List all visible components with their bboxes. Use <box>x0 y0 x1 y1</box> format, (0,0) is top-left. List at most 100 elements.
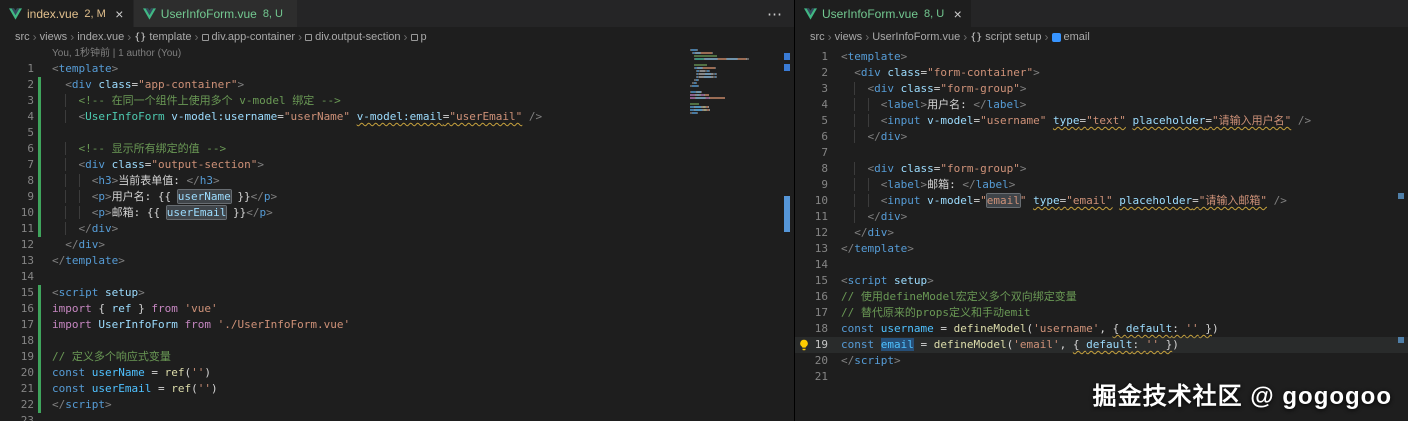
code-line-23[interactable]: 23 <box>0 413 794 421</box>
code-token: template <box>65 254 118 267</box>
lightbulb-icon[interactable] <box>795 337 812 353</box>
breadcrumb-item-email[interactable]: email <box>1052 31 1090 43</box>
gitlens-blame-annotation[interactable]: You, 1秒钟前 | 1 author (You) <box>0 47 794 61</box>
code-line-16[interactable]: 16// 使用defineModel宏定义多个双向绑定变量 <box>795 289 1408 305</box>
code-token: </ <box>962 178 975 191</box>
code-token: UserInfoForm <box>98 318 177 331</box>
tab-UserInfoForm.vue[interactable]: UserInfoForm.vue8, U <box>134 0 298 27</box>
code-token: <!-- 在同一个组件上使用多个 v-model 绑定 --> <box>79 94 341 107</box>
code-line-content <box>41 333 52 349</box>
code-line-6[interactable]: 6 <!-- 显示所有绑定的值 --> <box>0 141 794 157</box>
code-line-6[interactable]: 6 </div> <box>795 129 1408 145</box>
more-actions-button[interactable]: ⋯ <box>755 0 794 27</box>
code-area-right[interactable]: 1<template>2 <div class="form-container"… <box>795 49 1408 385</box>
code-token <box>854 178 867 191</box>
minimap[interactable] <box>690 49 780 118</box>
code-line-10[interactable]: 10 <p>邮箱: {{ userEmail }}</p> <box>0 205 794 221</box>
code-token: defineModel <box>954 322 1027 335</box>
code-line-11[interactable]: 11 </div> <box>795 209 1408 225</box>
code-line-content: </div> <box>828 225 894 241</box>
code-token: > <box>105 398 112 411</box>
breadcrumb-item-div-app-container[interactable]: div.app-container <box>202 31 296 43</box>
line-number: 13 <box>0 253 34 269</box>
code-line-2[interactable]: 2 <div class="app-container"> <box>0 77 794 93</box>
code-line-13[interactable]: 13</template> <box>0 253 794 269</box>
code-line-7[interactable]: 7 <div class="output-section"> <box>0 157 794 173</box>
code-token: 'vue' <box>185 302 218 315</box>
code-token: > <box>138 286 145 299</box>
breadcrumb-item-views[interactable]: views <box>40 31 68 43</box>
code-line-9[interactable]: 9 <label>邮箱: </label> <box>795 177 1408 193</box>
code-area-left[interactable]: 1<template>2 <div class="app-container">… <box>0 61 794 421</box>
code-line-19[interactable]: 19const email = defineModel('email', { d… <box>795 337 1408 353</box>
line-number: 17 <box>812 305 828 321</box>
code-line-5[interactable]: 5 <box>0 125 794 141</box>
code-line-4[interactable]: 4 <label>用户名: </label> <box>795 97 1408 113</box>
code-line-18[interactable]: 18 <box>0 333 794 349</box>
code-token: } <box>132 302 152 315</box>
breadcrumb-item-src[interactable]: src <box>810 31 825 43</box>
breadcrumb-item-index-vue[interactable]: index.vue <box>77 31 124 43</box>
code-token: div <box>881 210 901 223</box>
code-line-17[interactable]: 17import UserInfoForm from './UserInfoFo… <box>0 317 794 333</box>
code-token <box>887 274 894 287</box>
code-line-11[interactable]: 11 </div> <box>0 221 794 237</box>
breadcrumb-item-src[interactable]: src <box>15 31 30 43</box>
code-line-12[interactable]: 12 </div> <box>795 225 1408 241</box>
code-token: email <box>881 338 914 351</box>
code-line-14[interactable]: 14 <box>795 257 1408 273</box>
code-line-1[interactable]: 1<template> <box>795 49 1408 65</box>
tab-UserInfoForm.vue[interactable]: UserInfoForm.vue8, U× <box>795 0 972 27</box>
code-line-12[interactable]: 12 </div> <box>0 237 794 253</box>
code-line-15[interactable]: 15<script setup> <box>795 273 1408 289</box>
overview-ruler-mark <box>1398 193 1404 199</box>
close-tab-icon[interactable]: × <box>950 7 965 21</box>
glyph-margin <box>795 49 812 65</box>
breadcrumb-item-div-output-section[interactable]: div.output-section <box>305 31 400 43</box>
breadcrumb-item-template[interactable]: {}template <box>134 31 191 43</box>
breadcrumb-item-script-setup[interactable]: {}script setup <box>970 31 1041 43</box>
code-line-14[interactable]: 14 <box>0 269 794 285</box>
code-line-9[interactable]: 9 <p>用户名: {{ userName }}</p> <box>0 189 794 205</box>
glyph-margin <box>795 353 812 369</box>
code-line-8[interactable]: 8 <h3>当前表单值: </h3> <box>0 173 794 189</box>
code-line-3[interactable]: 3 <!-- 在同一个组件上使用多个 v-model 绑定 --> <box>0 93 794 109</box>
overview-ruler-left[interactable] <box>780 47 794 421</box>
code-line-17[interactable]: 17// 替代原来的props定义和手动emit <box>795 305 1408 321</box>
code-line-22[interactable]: 22</script> <box>0 397 794 413</box>
editor-right[interactable]: 1<template>2 <div class="form-container"… <box>795 47 1408 421</box>
code-line-content: <input v-model="username" type="text" pl… <box>828 113 1311 129</box>
breadcrumb-item-userinfoform-vue[interactable]: UserInfoForm.vue <box>872 31 960 43</box>
tab-index.vue[interactable]: index.vue2, M× <box>0 0 134 27</box>
breadcrumb-item-views[interactable]: views <box>835 31 863 43</box>
code-token <box>52 190 65 203</box>
close-tab-icon[interactable]: × <box>112 7 127 21</box>
code-token <box>65 158 78 171</box>
code-line-16[interactable]: 16import { ref } from 'vue' <box>0 301 794 317</box>
code-line-1[interactable]: 1<template> <box>0 61 794 77</box>
overview-ruler-right[interactable] <box>1394 47 1408 421</box>
editor-left[interactable]: You, 1秒钟前 | 1 author (You) 1<template>2 … <box>0 47 794 421</box>
glyph-margin <box>795 81 812 97</box>
code-token: UserInfoForm <box>85 110 164 123</box>
code-token <box>854 130 867 143</box>
code-line-15[interactable]: 15<script setup> <box>0 285 794 301</box>
code-line-19[interactable]: 19// 定义多个响应式变量 <box>0 349 794 365</box>
code-line-18[interactable]: 18const username = defineModel('username… <box>795 321 1408 337</box>
code-line-20[interactable]: 20const userName = ref('') <box>0 365 794 381</box>
code-token: label <box>887 98 920 111</box>
code-line-8[interactable]: 8 <div class="form-group"> <box>795 161 1408 177</box>
code-line-5[interactable]: 5 <input v-model="username" type="text" … <box>795 113 1408 129</box>
code-line-4[interactable]: 4 <UserInfoForm v-model:username="userNa… <box>0 109 794 125</box>
code-line-21[interactable]: 21const userEmail = ref('') <box>0 381 794 397</box>
breadcrumb-separator: › <box>298 30 302 44</box>
code-line-13[interactable]: 13</template> <box>795 241 1408 257</box>
code-line-7[interactable]: 7 <box>795 145 1408 161</box>
breadcrumb-item-p[interactable]: p <box>411 31 427 43</box>
code-line-20[interactable]: 20</script> <box>795 353 1408 369</box>
code-token <box>85 382 92 395</box>
code-line-3[interactable]: 3 <div class="form-group"> <box>795 81 1408 97</box>
code-line-10[interactable]: 10 <input v-model="email" type="email" p… <box>795 193 1408 209</box>
vue-file-icon <box>9 8 22 20</box>
code-line-2[interactable]: 2 <div class="form-container"> <box>795 65 1408 81</box>
